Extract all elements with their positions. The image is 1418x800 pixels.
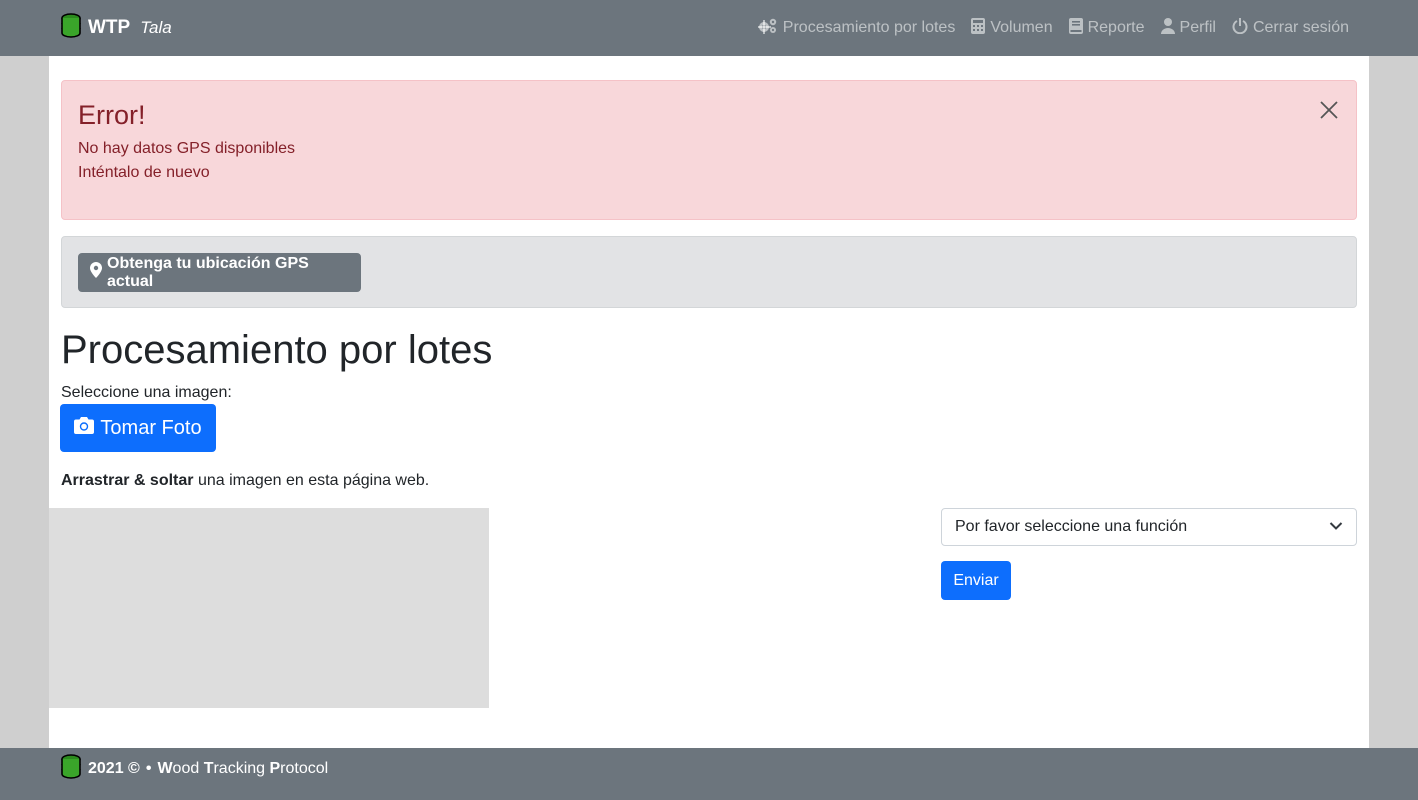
footer-brand: Wood Tracking Protocol [157, 760, 328, 778]
nav-label: Reporte [1087, 19, 1145, 36]
select-image-label: Seleccione una imagen: [61, 384, 232, 401]
drag-drop-hint: Arrastrar & soltar una imagen en esta pá… [61, 471, 429, 491]
user-icon [1160, 17, 1175, 39]
camera-icon [74, 416, 95, 440]
nav-link-volume[interactable]: Volumen [971, 17, 1053, 39]
database-icon [60, 12, 82, 44]
footer-brand-w: W [157, 760, 173, 777]
chevron-down-icon [1329, 518, 1343, 536]
nav-link-report[interactable]: Reporte [1068, 17, 1145, 39]
function-select-value: Por favor seleccione una función [955, 518, 1188, 535]
footer-brand-p: P [269, 760, 281, 777]
nav-label: Cerrar sesión [1252, 19, 1349, 36]
footer-separator: • [145, 760, 152, 777]
brand-subtitle: Tala [140, 18, 172, 37]
page-title: Procesamiento por lotes [61, 328, 493, 372]
main-content: Error! No hay datos GPS disponibles Inté… [49, 56, 1369, 748]
brand-name: WTP [88, 17, 131, 38]
alert-retry-text: Inténtalo de nuevo [78, 164, 210, 181]
power-icon [1232, 17, 1248, 39]
brand[interactable]: WTP Tala [60, 0, 172, 56]
gps-panel: Obtenga tu ubicación GPS actual [61, 236, 1357, 308]
footer-brand-racking: racking [213, 760, 270, 777]
submit-button[interactable]: Enviar [941, 561, 1011, 600]
footer-brand-ood: ood [172, 760, 204, 777]
gps-button-label: Obtenga tu ubicación GPS actual [107, 254, 309, 290]
footer-text: 2021 © • Wood Tracking Protocol [60, 753, 328, 785]
error-alert: Error! No hay datos GPS disponibles Inté… [61, 80, 1357, 220]
nav-label: Procesamiento por lotes [782, 19, 956, 36]
nav-links: Procesamiento por lotes Volumen Reporte … [756, 0, 1349, 56]
calculator-icon [971, 17, 986, 39]
get-gps-location-button[interactable]: Obtenga tu ubicación GPS actual [78, 253, 361, 292]
nav-link-batch-processing[interactable]: Procesamiento por lotes [756, 18, 956, 39]
database-icon [60, 753, 82, 785]
footer-brand-rotocol: rotocol [280, 760, 329, 777]
nav-label: Volumen [990, 19, 1053, 36]
drag-drop-rest: una imagen en esta página web. [193, 472, 430, 489]
book-icon [1068, 17, 1083, 39]
top-navbar: WTP Tala Procesamiento por lotes Volumen… [0, 0, 1418, 56]
cogs-icon [756, 18, 778, 39]
nav-label: Perfil [1179, 19, 1216, 36]
function-select[interactable]: Por favor seleccione una función [941, 508, 1357, 546]
alert-heading: Error! [78, 100, 146, 130]
footer: 2021 © • Wood Tracking Protocol [0, 748, 1418, 800]
drag-drop-bold: Arrastrar & soltar [61, 472, 194, 489]
take-photo-label: Tomar Foto [100, 416, 202, 439]
close-icon[interactable] [1318, 99, 1340, 121]
footer-year: 2021 © [88, 760, 140, 777]
map-marker-icon [90, 262, 102, 283]
alert-message: No hay datos GPS disponibles [78, 140, 296, 157]
nav-link-logout[interactable]: Cerrar sesión [1232, 17, 1349, 39]
take-photo-button[interactable]: Tomar Foto [60, 404, 216, 452]
footer-brand-t: T [203, 760, 214, 777]
image-drop-zone[interactable] [49, 508, 489, 708]
nav-link-profile[interactable]: Perfil [1160, 17, 1216, 39]
